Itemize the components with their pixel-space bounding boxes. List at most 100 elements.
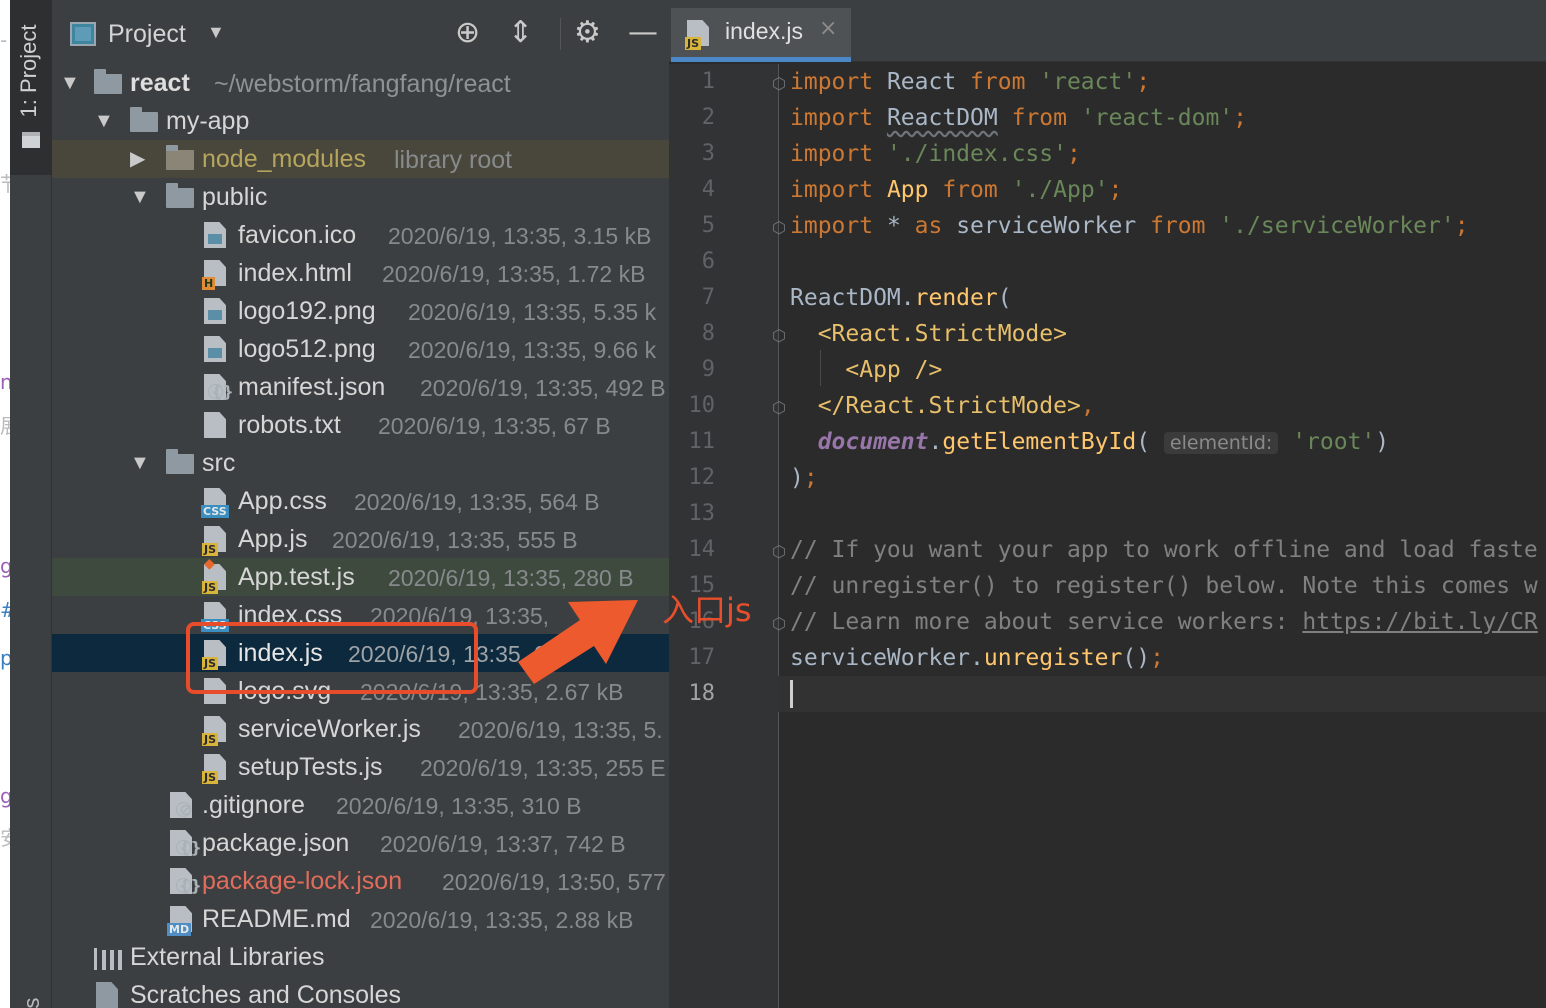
tree-file-setup-tests[interactable]: JS setupTests.js 2020/6/19, 13:35, 255 E [52, 748, 669, 786]
code-line: // Learn more about service workers: htt… [790, 604, 1546, 640]
config-badge: {} [176, 878, 202, 894]
fold-marker-icon[interactable]: ⬡ [772, 66, 786, 102]
css-badge: CSS [201, 505, 229, 518]
keyword: from [1011, 105, 1067, 131]
line-number: 2 [701, 105, 715, 130]
tree-file-logo512[interactable]: logo512.png 2020/6/19, 13:35, 9.66 k [52, 330, 669, 368]
tree-node-external-libraries[interactable]: External Libraries [52, 938, 669, 976]
line-number-current: 18 [688, 681, 716, 706]
keyword: from [942, 177, 998, 203]
file-meta: 2020/6/19, 13:37, 742 B [380, 831, 626, 857]
tree-file-app-css[interactable]: CSS App.css 2020/6/19, 13:35, 564 B [52, 482, 669, 520]
fold-marker-icon[interactable]: ⬡ [772, 318, 786, 354]
tree-node-scratches[interactable]: Scratches and Consoles [52, 976, 669, 1008]
panel-title[interactable]: Project [108, 20, 186, 49]
project-panel: Project ▼ ⊕ ⇕ ⚙ — ▼ react ~/webstorm/fan… [52, 0, 669, 1008]
js-badge: JS [202, 581, 219, 594]
gear-icon[interactable]: ⚙ [574, 16, 601, 50]
tree-node-react[interactable]: ▼ react ~/webstorm/fangfang/react [52, 64, 669, 102]
chevron-right-icon[interactable]: ▶ [130, 140, 145, 178]
js-badge: JS [202, 771, 219, 784]
md-badge: MD [167, 923, 192, 936]
punctuation: ; [1150, 645, 1164, 671]
favorites-tool-button[interactable]: tes [19, 957, 44, 1008]
tree-file-app-js[interactable]: JS App.js 2020/6/19, 13:35, 555 B [52, 520, 669, 558]
file-meta: 2020/6/19, 13:35, 3.15 kB [388, 223, 652, 249]
chevron-down-icon[interactable]: ▼ [130, 178, 150, 216]
node-name: src [202, 449, 236, 477]
identifier: serviceWorker. [790, 645, 984, 671]
tab-index-js[interactable]: JS index.js × [671, 8, 851, 62]
line-number: 5 [701, 213, 715, 238]
text [929, 177, 943, 203]
text: * [873, 213, 915, 239]
text: ( [997, 285, 1012, 311]
chevron-down-icon[interactable]: ▼ [130, 444, 150, 482]
code-line: ); [790, 460, 1546, 496]
tree-file-index-html[interactable]: H index.html 2020/6/19, 13:35, 1.72 kB [52, 254, 669, 292]
project-view-icon [70, 22, 96, 46]
html-badge: H [202, 277, 216, 290]
test-run-icon: ◆ [204, 556, 215, 572]
folder-icon [22, 132, 40, 148]
fold-marker-icon[interactable]: ⬡ [772, 390, 786, 426]
tree-node-src[interactable]: ▼ src [52, 444, 669, 482]
js-badge: JS [202, 543, 219, 556]
collapse-icon[interactable]: ⇕ [508, 16, 533, 50]
code-line: ReactDOM.render( [790, 280, 1546, 316]
jsx-tag: <App /> [845, 357, 943, 383]
tree-file-service-worker[interactable]: JS serviceWorker.js 2020/6/19, 13:35, 5. [52, 710, 669, 748]
tree-file-readme[interactable]: MD README.md 2020/6/19, 13:35, 2.88 kB [52, 900, 669, 938]
file-name: index.html [238, 259, 352, 287]
node-note: library root [394, 146, 513, 174]
line-number-gutter: 1 2 3 4 5 6 7 8 9 10 11 12 13 14 15 16 1… [669, 64, 786, 1008]
line-number: 11 [688, 429, 716, 454]
fold-marker-icon[interactable]: ⬡ [772, 534, 786, 570]
close-icon[interactable]: × [819, 16, 837, 41]
scratches-icon [96, 982, 118, 1008]
file-name: README.md [202, 905, 351, 933]
tree-node-node-modules[interactable]: ▶ node_modules library root [52, 140, 669, 178]
ignore-badge: ⊘ [176, 802, 192, 818]
chevron-down-icon[interactable]: ▼ [94, 102, 114, 140]
line-number: 17 [688, 645, 716, 670]
tree-file-favicon[interactable]: favicon.ico 2020/6/19, 13:35, 3.15 kB [52, 216, 669, 254]
tree-node-public[interactable]: ▼ public [52, 178, 669, 216]
fold-marker-icon[interactable]: ⬡ [772, 210, 786, 246]
keyword: from [1150, 213, 1206, 239]
function: getElementById [942, 429, 1137, 455]
line-number: 1 [701, 69, 715, 94]
tree-file-manifest[interactable]: {} manifest.json 2020/6/19, 13:35, 492 B [52, 368, 669, 406]
file-name: logo512.png [238, 335, 376, 363]
tree-node-my-app[interactable]: ▼ my-app [52, 102, 669, 140]
fold-marker-icon[interactable]: ⬡ [772, 606, 786, 642]
tree-file-logo192[interactable]: logo192.png 2020/6/19, 13:35, 5.35 k [52, 292, 669, 330]
text [873, 105, 887, 131]
jsx-tag: </React.StrictMode> [817, 393, 1081, 419]
line-number: 12 [688, 465, 716, 490]
string: 'react' [1025, 69, 1137, 95]
tree-file-gitignore[interactable]: ⊘ .gitignore 2020/6/19, 13:35, 310 B [52, 786, 669, 824]
comment-link[interactable]: https://bit.ly/CR [1302, 609, 1537, 635]
keyword: import [790, 105, 874, 131]
text: ) [790, 465, 804, 491]
tree-file-package-json[interactable]: {} package.json 2020/6/19, 13:37, 742 B [52, 824, 669, 862]
tree-file-robots[interactable]: robots.txt 2020/6/19, 13:35, 67 B [52, 406, 669, 444]
project-tool-button[interactable]: 1: Project [10, 0, 52, 175]
tool-window-stripe: 1: Project tes [10, 0, 52, 1008]
image-badge [208, 310, 222, 320]
tree-file-package-lock[interactable]: {} package-lock.json 2020/6/19, 13:50, 5… [52, 862, 669, 900]
code-line: serviceWorker.unregister(); [790, 640, 1546, 676]
page-edge-strip: ‐ 节 n 展 g # p g 安 [0, 0, 20, 1008]
file-name: serviceWorker.js [238, 715, 421, 743]
minimize-icon[interactable]: — [628, 16, 658, 50]
line-number: 10 [688, 393, 716, 418]
chevron-down-icon[interactable]: ▼ [207, 22, 225, 43]
chevron-down-icon[interactable]: ▼ [60, 64, 80, 102]
string: './serviceWorker' [1205, 213, 1455, 239]
code-line: import * as serviceWorker from './servic… [790, 208, 1546, 244]
file-name: manifest.json [238, 373, 386, 401]
crosshair-icon[interactable]: ⊕ [455, 16, 480, 50]
line-number: 13 [688, 501, 716, 526]
